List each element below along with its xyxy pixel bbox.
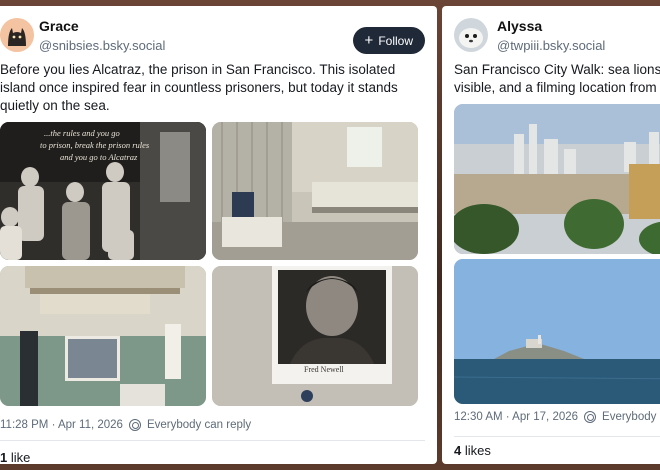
avatar[interactable] xyxy=(0,18,34,52)
reply-setting: Everybody can reply xyxy=(602,411,660,423)
svg-text:to prison, break the prison ru: to prison, break the prison rules xyxy=(40,140,150,150)
photo-art-4 xyxy=(212,266,418,406)
photo-art-3 xyxy=(0,266,206,406)
post-header: Grace @snibsies.bsky.social + Follow xyxy=(0,18,437,58)
avatar[interactable] xyxy=(454,18,488,52)
post-header: Alyssa @twpiii.bsky.social xyxy=(442,18,660,58)
post-card-alyssa[interactable]: Alyssa @twpiii.bsky.social San Francisco… xyxy=(442,6,660,464)
plus-icon: + xyxy=(364,32,374,49)
globe-icon xyxy=(128,419,141,431)
author-name[interactable]: Alyssa xyxy=(497,18,542,34)
post-meta: 11:28 PM · Apr 11, 2026 Everybody can re… xyxy=(0,419,251,431)
like-count[interactable]: 1 like xyxy=(0,450,30,464)
like-count-label: likes xyxy=(464,443,491,458)
follow-button[interactable]: + Follow xyxy=(352,27,425,54)
post-text: San Francisco City Walk: sea lions visib… xyxy=(454,62,660,95)
divider xyxy=(454,436,660,437)
cat-avatar-icon xyxy=(0,18,34,52)
timestamp[interactable]: 12:30 AM · Apr 17, 2026 xyxy=(454,411,578,423)
reply-setting: Everybody can reply xyxy=(146,419,252,431)
photo-mugshot[interactable]: Fred Newell xyxy=(212,266,418,406)
like-count-number: 4 xyxy=(454,443,462,458)
like-count-label: like xyxy=(10,450,31,464)
seal-avatar-icon xyxy=(454,18,488,52)
author-handle[interactable]: @snibsies.bsky.social xyxy=(39,38,165,53)
svg-text:...the rules and you go: ...the rules and you go xyxy=(44,128,120,138)
like-count[interactable]: 4 likes xyxy=(454,443,491,458)
post-card-grace[interactable]: Grace @snibsies.bsky.social + Follow Bef… xyxy=(0,6,437,464)
photo-caption: Fred Newell xyxy=(304,365,344,374)
post-text: Before you lies Alcatraz, the prison in … xyxy=(0,62,398,113)
photo-city-hills[interactable] xyxy=(454,104,660,254)
globe-icon xyxy=(584,411,597,423)
photo-mess-hall[interactable] xyxy=(212,122,418,260)
follow-label: Follow xyxy=(378,33,413,48)
photo-art-2 xyxy=(212,122,418,260)
photo-art-5 xyxy=(454,104,660,254)
timestamp[interactable]: 11:28 PM · Apr 11, 2026 xyxy=(0,419,123,431)
photo-art-6 xyxy=(454,259,660,404)
author-name[interactable]: Grace xyxy=(39,18,79,34)
divider xyxy=(0,440,425,441)
svg-text:and you go to Alcatraz: and you go to Alcatraz xyxy=(60,152,138,162)
post-meta: 12:30 AM · Apr 17, 2026 Everybody can re… xyxy=(454,411,660,423)
photo-cellblock-crowd[interactable]: ...the rules and you go to prison, break… xyxy=(0,122,206,260)
photo-alcatraz-island[interactable] xyxy=(454,259,660,404)
photo-cell-interior[interactable] xyxy=(0,266,206,406)
like-count-number: 1 xyxy=(0,450,8,464)
photo-art-1: ...the rules and you go to prison, break… xyxy=(0,122,206,260)
author-handle[interactable]: @twpiii.bsky.social xyxy=(497,38,605,53)
